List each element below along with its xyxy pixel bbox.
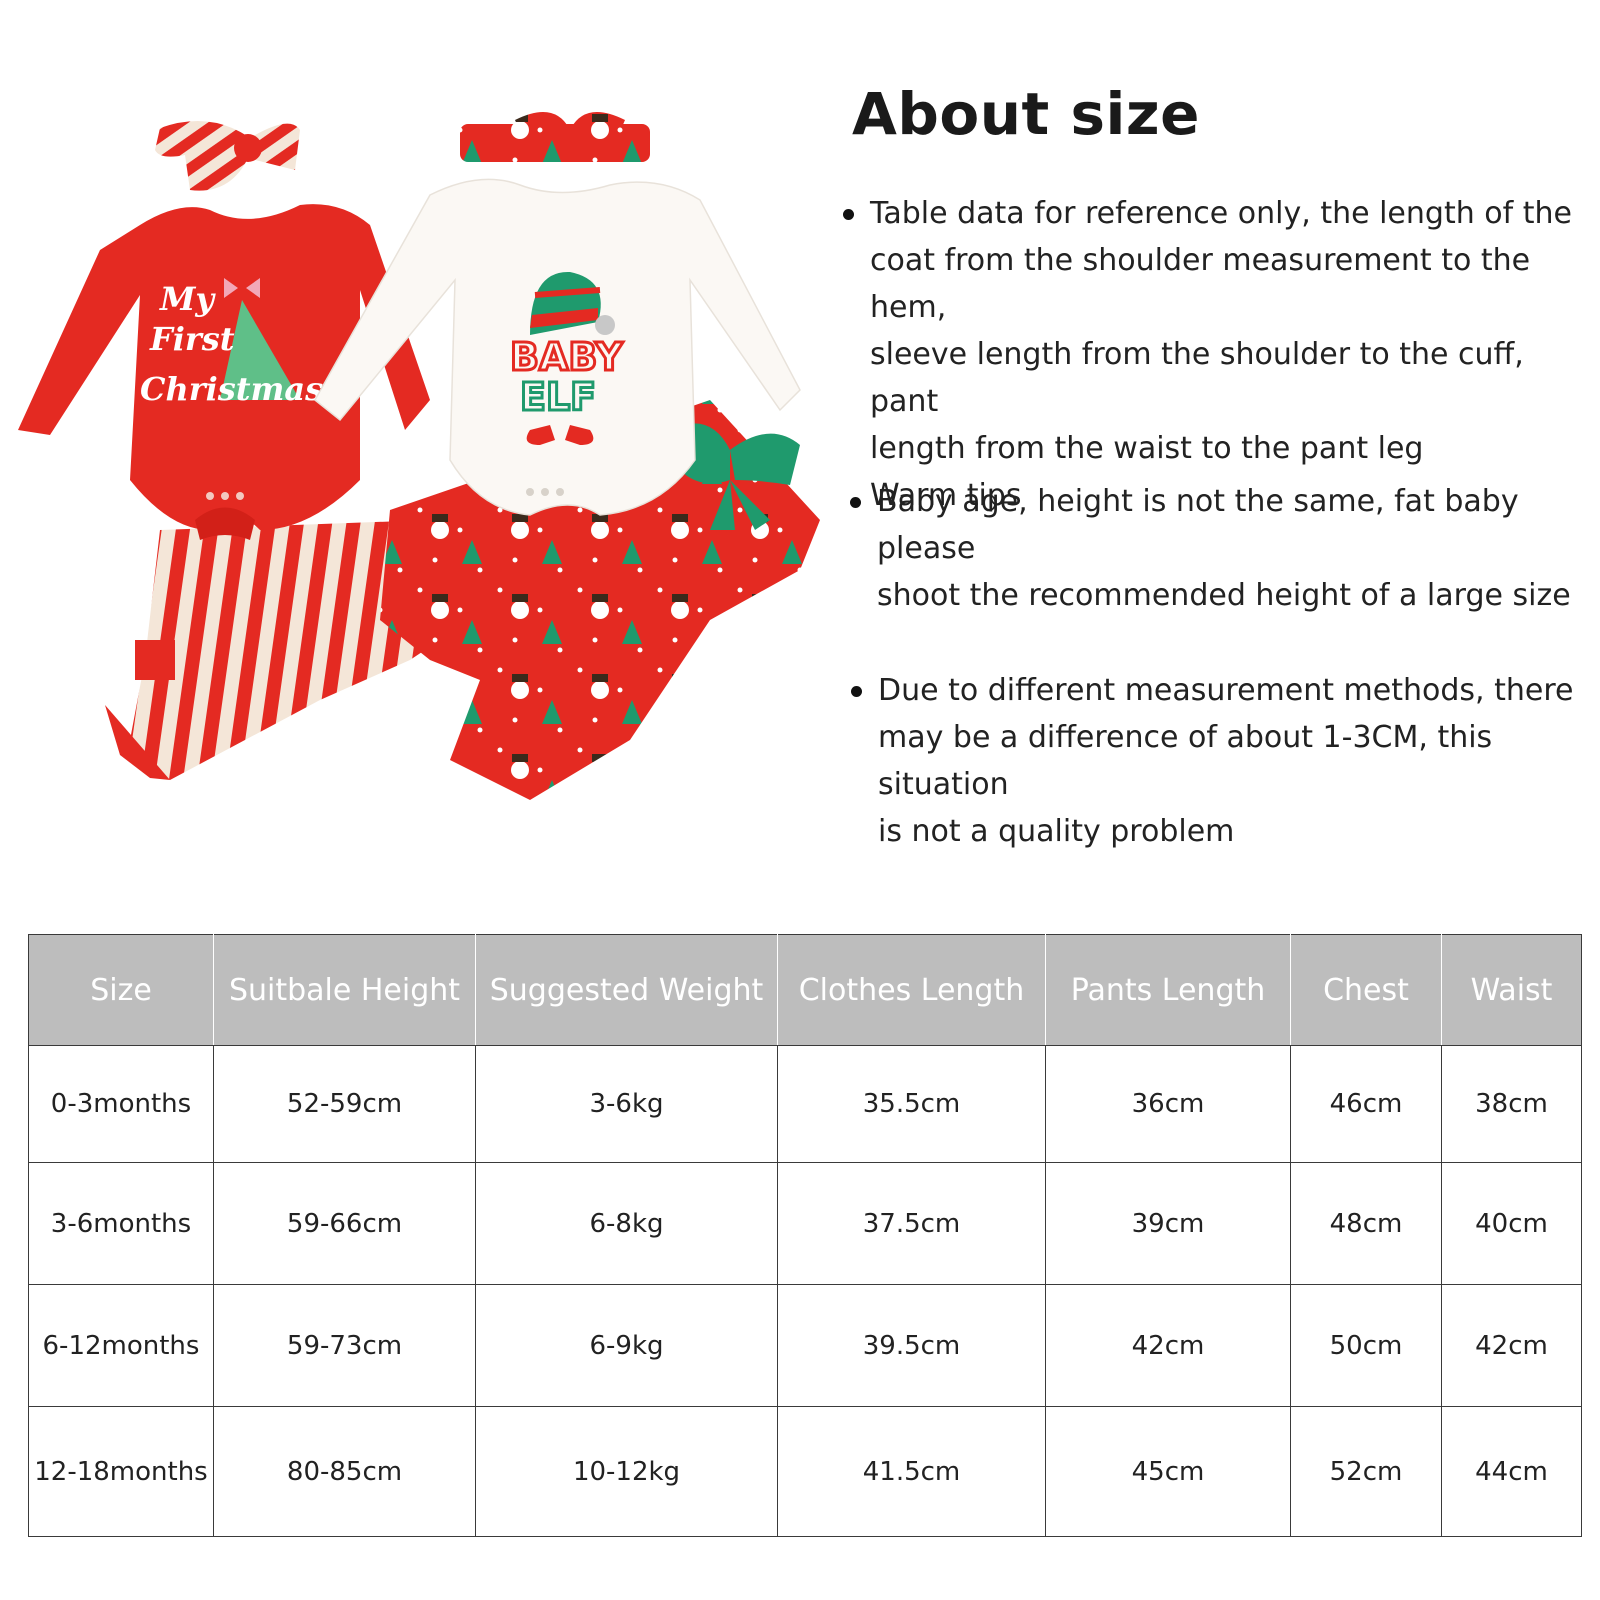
table-cell: 0-3months — [28, 1045, 214, 1163]
header-pants-length: Pants Length — [1045, 934, 1291, 1046]
header-size: Size — [28, 934, 214, 1046]
header-waist: Waist — [1441, 934, 1582, 1046]
table-cell: 3-6months — [28, 1162, 214, 1285]
header-weight: Suggested Weight — [475, 934, 778, 1046]
svg-text:BABY: BABY — [510, 335, 623, 379]
striped-headband — [155, 120, 300, 191]
note-line: coat from the shoulder measurement to th… — [870, 243, 1531, 325]
table-cell: 48cm — [1290, 1162, 1442, 1285]
table-cell: 42cm — [1045, 1284, 1291, 1407]
table-cell: 80-85cm — [213, 1406, 476, 1537]
table-cell: 42cm — [1441, 1284, 1582, 1407]
note-line: may be a difference of about 1-3CM, this… — [878, 720, 1493, 802]
header-clothes-length: Clothes Length — [777, 934, 1046, 1046]
table-cell: 39cm — [1045, 1162, 1291, 1285]
note-line: shoot the recommended height of a large … — [877, 578, 1571, 613]
table-cell: 59-73cm — [213, 1284, 476, 1407]
table-row: 12-18months 80-85cm 10-12kg 41.5cm 45cm … — [28, 1406, 1582, 1537]
size-note-reference: Table data for reference only, the lengt… — [843, 190, 1590, 519]
table-cell: 6-8kg — [475, 1162, 778, 1285]
size-note-baby-age: Baby age, height is not the same, fat ba… — [850, 478, 1592, 619]
note-line: Baby age, height is not the same, fat ba… — [877, 484, 1519, 566]
bullet-icon — [843, 209, 854, 220]
table-cell: 52-59cm — [213, 1045, 476, 1163]
table-header-row: Size Suitbale Height Suggested Weight Cl… — [28, 934, 1582, 1046]
table-cell: 46cm — [1290, 1045, 1442, 1163]
note-line: is not a quality problem — [878, 814, 1235, 849]
table-cell: 41.5cm — [777, 1406, 1046, 1537]
table-cell: 38cm — [1441, 1045, 1582, 1163]
table-cell: 45cm — [1045, 1406, 1291, 1537]
table-cell: 35.5cm — [777, 1045, 1046, 1163]
svg-text:ELF: ELF — [520, 375, 596, 419]
note-line: Due to different measurement methods, th… — [878, 673, 1574, 708]
table-row: 3-6months 59-66cm 6-8kg 37.5cm 39cm 48cm… — [28, 1162, 1582, 1285]
table-cell: 6-9kg — [475, 1284, 778, 1407]
snowman-headband — [460, 112, 650, 162]
table-row: 6-12months 59-73cm 6-9kg 39.5cm 42cm 50c… — [28, 1284, 1582, 1407]
table-cell: 37.5cm — [777, 1162, 1046, 1285]
size-chart-table: Size Suitbale Height Suggested Weight Cl… — [28, 934, 1582, 1537]
note-line: sleeve length from the shoulder to the c… — [870, 337, 1524, 419]
table-cell: 6-12months — [28, 1284, 214, 1407]
product-photo: My First Christmas BABY ELF — [18, 112, 820, 800]
table-cell: 52cm — [1290, 1406, 1442, 1537]
table-cell: 10-12kg — [475, 1406, 778, 1537]
bullet-icon — [851, 686, 862, 697]
note-line: length from the waist to the pant leg — [870, 431, 1424, 466]
table-row: 0-3months 52-59cm 3-6kg 35.5cm 36cm 46cm… — [28, 1045, 1582, 1163]
size-note-measurement: Due to different measurement methods, th… — [851, 667, 1598, 855]
note-line: Table data for reference only, the lengt… — [870, 196, 1572, 231]
header-chest: Chest — [1290, 934, 1442, 1046]
table-cell: 44cm — [1441, 1406, 1582, 1537]
table-cell: 12-18months — [28, 1406, 214, 1537]
bullet-icon — [850, 497, 861, 508]
header-height: Suitbale Height — [213, 934, 476, 1046]
page-title: About size — [852, 80, 1200, 148]
table-cell: 36cm — [1045, 1045, 1291, 1163]
table-cell: 40cm — [1441, 1162, 1582, 1285]
table-cell: 3-6kg — [475, 1045, 778, 1163]
table-cell: 50cm — [1290, 1284, 1442, 1407]
table-cell: 59-66cm — [213, 1162, 476, 1285]
table-cell: 39.5cm — [777, 1284, 1046, 1407]
